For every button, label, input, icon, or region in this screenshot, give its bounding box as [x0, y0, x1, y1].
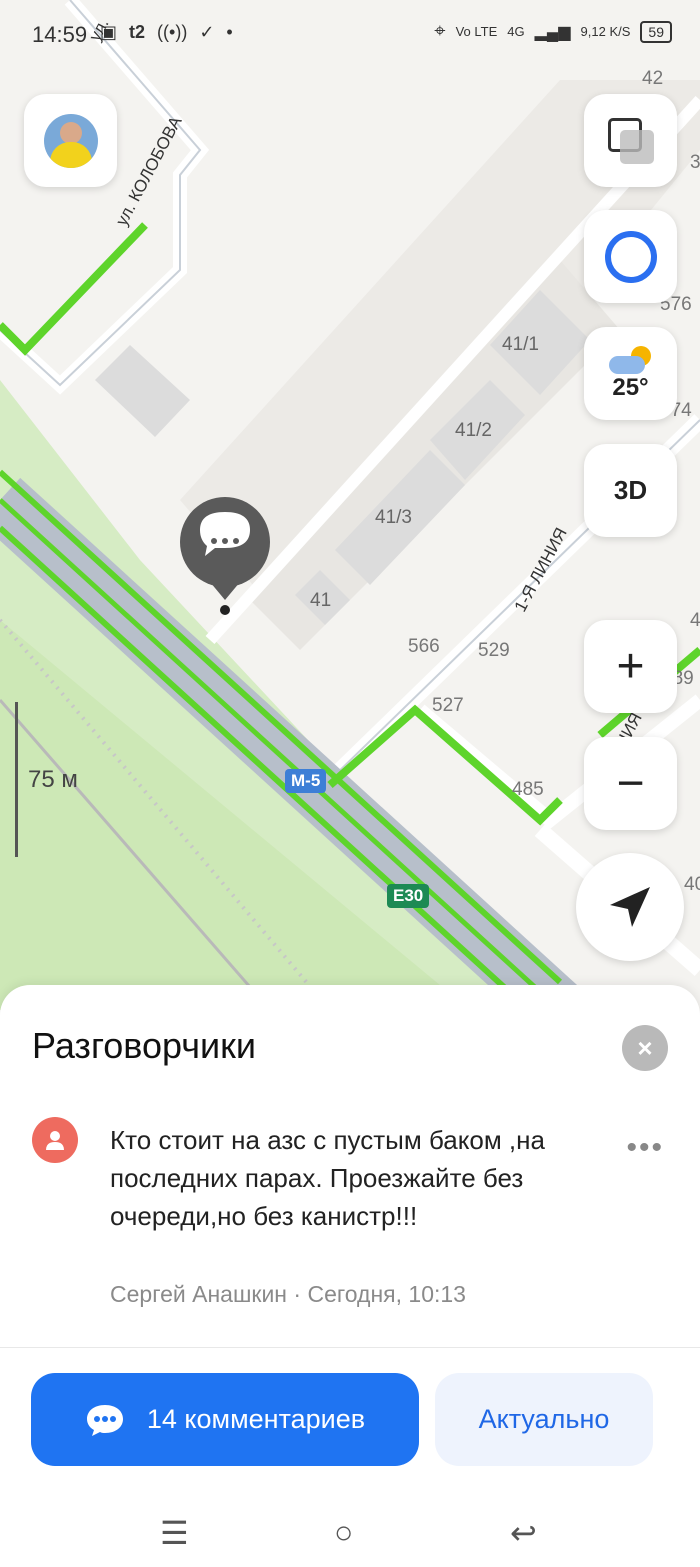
profile-button[interactable] [24, 94, 117, 187]
alice-icon [604, 230, 657, 283]
discussion-sheet: Разговорчики × Кто стоит на азс с пустым… [0, 985, 700, 1567]
avatar [43, 113, 98, 168]
author-name: Сергей Анашкин [110, 1281, 288, 1307]
speed-label: 9,12 K/S [580, 24, 631, 39]
layers-button[interactable] [584, 94, 677, 187]
scale-label: 75 м [28, 766, 78, 793]
check-icon: ✓ [199, 22, 215, 42]
status-time: 14:59 [32, 22, 88, 47]
status-left-icons: ▣ t2 ((•)) ✓ • [100, 22, 233, 43]
weather-button[interactable]: 25° [584, 327, 677, 420]
actual-button[interactable]: Актуально [435, 1373, 653, 1466]
chat-pin-dot [220, 605, 230, 615]
my-location-button[interactable] [576, 853, 684, 961]
comments-button[interactable]: 14 комментариев [31, 1373, 419, 1466]
menu-nav-icon[interactable]: ☰ [160, 1514, 189, 1552]
house-number: 41/1 [502, 334, 539, 355]
scale-bar [15, 702, 18, 857]
3d-label: 3D [613, 475, 648, 505]
house-number: 41/3 [375, 507, 412, 528]
status-right-icons: ⌖ Vo LTE 4G ▂▄▆ 9,12 K/S 59 [434, 20, 672, 43]
house-number: 529 [478, 640, 510, 661]
signal-icon: ▂▄▆ [534, 23, 571, 41]
navigation-arrow-icon [610, 887, 650, 927]
plus-icon: + [616, 640, 645, 693]
signal-label: 4G [507, 24, 525, 39]
house-number: 4 [690, 610, 700, 631]
3d-button[interactable]: 3D [584, 444, 677, 537]
volte-label: Vo LTE [455, 24, 498, 39]
meta-separator: · [293, 1281, 302, 1307]
home-nav-icon[interactable]: ○ [334, 1514, 353, 1551]
back-nav-icon[interactable]: ↩ [510, 1514, 537, 1552]
user-avatar-icon [32, 1117, 78, 1163]
house-number: 527 [432, 695, 464, 716]
chat-bubble-icon [86, 1404, 123, 1436]
more-options-icon[interactable]: ••• [626, 1131, 664, 1165]
house-number: 41/2 [455, 420, 492, 441]
message-text: Кто стоит на азс с пустым баком ,на посл… [110, 1125, 545, 1231]
house-number: 3 [690, 152, 700, 173]
location-icon: ⌖ [434, 20, 446, 42]
app-icon: ▣ [100, 22, 118, 42]
house-number: 566 [408, 636, 440, 657]
building-small [95, 345, 190, 437]
status-bar: 14:59 ▣ t2 ((•)) ✓ • ⌖ Vo LTE 4G ▂▄▆ 9,1… [0, 0, 700, 70]
minus-icon: − [616, 757, 645, 810]
close-button[interactable]: × [622, 1025, 668, 1071]
divider [0, 1347, 700, 1348]
carrier-label: t2 [129, 22, 146, 42]
layers-icon [607, 117, 654, 164]
house-number: 42 [642, 68, 664, 89]
zoom-in-button[interactable]: + [584, 620, 677, 713]
system-nav-bar: ☰ ○ ↩ [0, 1500, 700, 1567]
nfc-icon: ((•)) [157, 22, 188, 42]
house-number: 40 [684, 874, 700, 895]
message-time: Сегодня, 10:13 [307, 1281, 466, 1307]
message-meta: Сергей Анашкин · Сегодня, 10:13 [110, 1281, 466, 1308]
sheet-title: Разговорчики [32, 1025, 256, 1066]
road-badge-e30: E30 [387, 884, 430, 908]
weather-temperature: 25° [612, 373, 649, 401]
alice-assistant-button[interactable] [584, 210, 677, 303]
house-number: 41 [310, 590, 332, 611]
zoom-out-button[interactable]: − [584, 737, 677, 830]
battery-indicator: 59 [640, 20, 672, 43]
dot-icon: • [226, 22, 233, 42]
road-badge-m5: M-5 [285, 769, 327, 793]
comments-count-label: 14 комментариев [146, 1404, 366, 1434]
house-number: 485 [512, 779, 544, 800]
weather-icon [608, 345, 653, 374]
